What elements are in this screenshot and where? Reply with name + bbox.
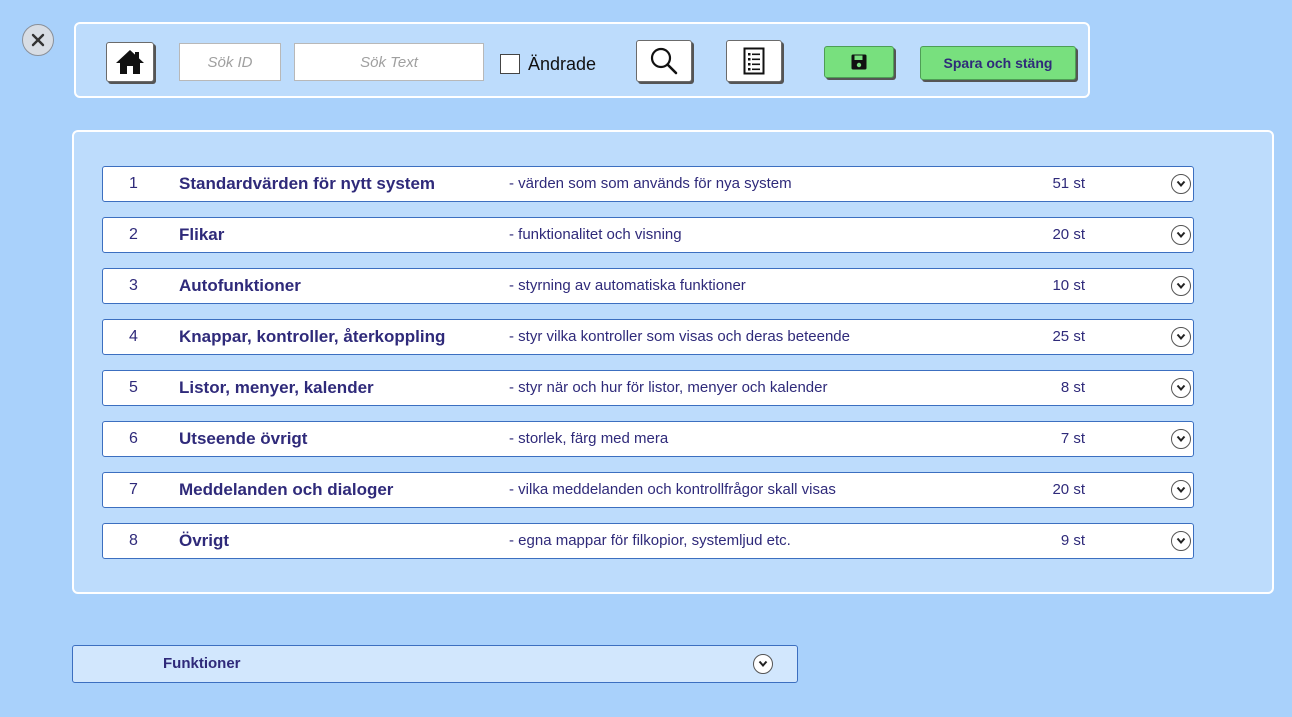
home-icon xyxy=(116,50,144,74)
category-number: 8 xyxy=(129,532,138,549)
search-id-input[interactable] xyxy=(179,43,281,81)
list-button[interactable] xyxy=(726,40,782,82)
category-row[interactable]: 5 Listor, menyer, kalender - styr när oc… xyxy=(102,370,1194,406)
category-row[interactable]: 6 Utseende övrigt - storlek, färg med me… xyxy=(102,421,1194,457)
category-count: 10 st xyxy=(1052,277,1085,294)
floppy-disk-icon xyxy=(851,54,867,70)
category-count: 20 st xyxy=(1052,226,1085,243)
category-row[interactable]: 2 Flikar - funktionalitet och visning 20… xyxy=(102,217,1194,253)
search-text-input[interactable] xyxy=(294,43,484,81)
category-number: 7 xyxy=(129,481,138,498)
close-icon xyxy=(31,33,45,47)
category-description: - storlek, färg med mera xyxy=(509,430,669,447)
chevron-down-icon[interactable] xyxy=(1171,327,1191,347)
category-description: - vilka meddelanden och kontrollfrågor s… xyxy=(509,481,836,498)
category-number: 3 xyxy=(129,277,138,294)
chevron-down-icon[interactable] xyxy=(753,654,773,674)
category-title: Standardvärden för nytt system xyxy=(179,174,436,193)
chevron-down-icon[interactable] xyxy=(1171,225,1191,245)
category-description: - egna mappar för filkopior, systemljud … xyxy=(509,532,791,549)
changed-checkbox-group[interactable]: Ändrade xyxy=(500,52,596,76)
home-button[interactable] xyxy=(106,42,154,82)
category-number: 1 xyxy=(129,175,138,192)
chevron-down-icon[interactable] xyxy=(1171,429,1191,449)
category-count: 8 st xyxy=(1060,379,1085,396)
category-count: 51 st xyxy=(1052,175,1085,192)
toolbar: Ändrade Spara och stäng xyxy=(74,22,1090,98)
category-title: Listor, menyer, kalender xyxy=(179,378,374,397)
category-description: - styrning av automatiska funktioner xyxy=(509,277,746,294)
save-and-close-button[interactable]: Spara och stäng xyxy=(920,46,1076,80)
chevron-down-icon[interactable] xyxy=(1171,276,1191,296)
category-title: Övrigt xyxy=(179,531,230,550)
category-count: 7 st xyxy=(1060,430,1085,447)
search-button[interactable] xyxy=(636,40,692,82)
functions-label: Funktioner xyxy=(163,655,241,672)
settings-category-panel: 1 Standardvärden för nytt system - värde… xyxy=(72,130,1274,594)
category-title: Knappar, kontroller, återkoppling xyxy=(179,327,446,346)
category-row[interactable]: 7 Meddelanden och dialoger - vilka medde… xyxy=(102,472,1194,508)
changed-label: Ändrade xyxy=(528,53,597,74)
search-icon xyxy=(650,47,678,75)
category-title: Utseende övrigt xyxy=(179,429,308,448)
category-description: - styr när och hur för listor, menyer oc… xyxy=(509,379,828,396)
chevron-down-icon[interactable] xyxy=(1171,531,1191,551)
changed-checkbox[interactable] xyxy=(500,54,520,74)
category-row[interactable]: 1 Standardvärden för nytt system - värde… xyxy=(102,166,1194,202)
category-title: Meddelanden och dialoger xyxy=(179,480,394,499)
chevron-down-icon[interactable] xyxy=(1171,174,1191,194)
list-icon xyxy=(743,47,765,75)
category-row[interactable]: 3 Autofunktioner - styrning av automatis… xyxy=(102,268,1194,304)
category-title: Autofunktioner xyxy=(179,276,301,295)
category-title: Flikar xyxy=(179,225,225,244)
category-count: 9 st xyxy=(1060,532,1085,549)
chevron-down-icon[interactable] xyxy=(1171,480,1191,500)
category-description: - styr vilka kontroller som visas och de… xyxy=(509,328,850,345)
category-count: 20 st xyxy=(1052,481,1085,498)
category-count: 25 st xyxy=(1052,328,1085,345)
category-description: - funktionalitet och visning xyxy=(509,226,682,243)
category-number: 6 xyxy=(129,430,138,447)
close-button[interactable] xyxy=(22,24,54,56)
category-number: 5 xyxy=(129,379,138,396)
chevron-down-icon[interactable] xyxy=(1171,378,1191,398)
functions-dropdown[interactable]: Funktioner xyxy=(72,645,798,683)
category-number: 4 xyxy=(129,328,138,345)
category-row[interactable]: 8 Övrigt - egna mappar för filkopior, sy… xyxy=(102,523,1194,559)
category-row[interactable]: 4 Knappar, kontroller, återkoppling - st… xyxy=(102,319,1194,355)
category-description: - värden som som används för nya system xyxy=(509,175,792,192)
category-number: 2 xyxy=(129,226,138,243)
save-button[interactable] xyxy=(824,46,894,78)
